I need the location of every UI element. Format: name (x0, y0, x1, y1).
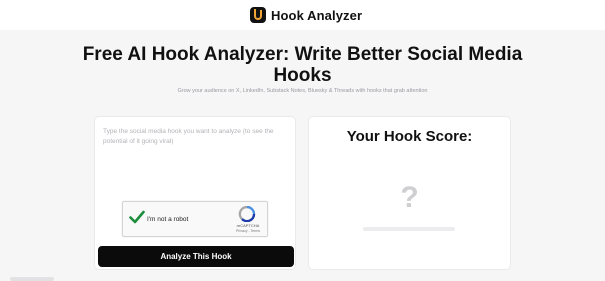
top-bar: Hook Analyzer (0, 0, 605, 30)
question-mark-icon: ? (400, 181, 419, 214)
recaptcha-widget[interactable]: I'm not a robot reCAPTCHA Privacy - Term… (122, 201, 268, 237)
page-title: Free AI Hook Analyzer: Write Better Soci… (82, 44, 523, 86)
score-title: Your Hook Score: (346, 128, 473, 145)
analyze-button[interactable]: Analyze This Hook (98, 246, 294, 267)
score-progress-bar (363, 227, 455, 231)
hook-input-card: I'm not a robot reCAPTCHA Privacy - Term… (94, 116, 296, 270)
footer-placeholder (10, 277, 54, 281)
brand[interactable]: Hook Analyzer (250, 6, 362, 24)
recaptcha-links[interactable]: Privacy - Terms (231, 229, 265, 233)
checkmark-icon[interactable] (129, 210, 145, 224)
recaptcha-brand: reCAPTCHA (236, 223, 260, 228)
recaptcha-label: I'm not a robot (147, 216, 189, 223)
brand-name: Hook Analyzer (271, 7, 363, 23)
page-subtitle: Grow your audience on X, LinkedIn, Subst… (177, 88, 428, 94)
hook-input[interactable] (103, 127, 289, 187)
brand-logo-icon (250, 7, 266, 23)
score-card: Your Hook Score: ? (308, 116, 511, 270)
recaptcha-logo-icon (238, 206, 256, 222)
